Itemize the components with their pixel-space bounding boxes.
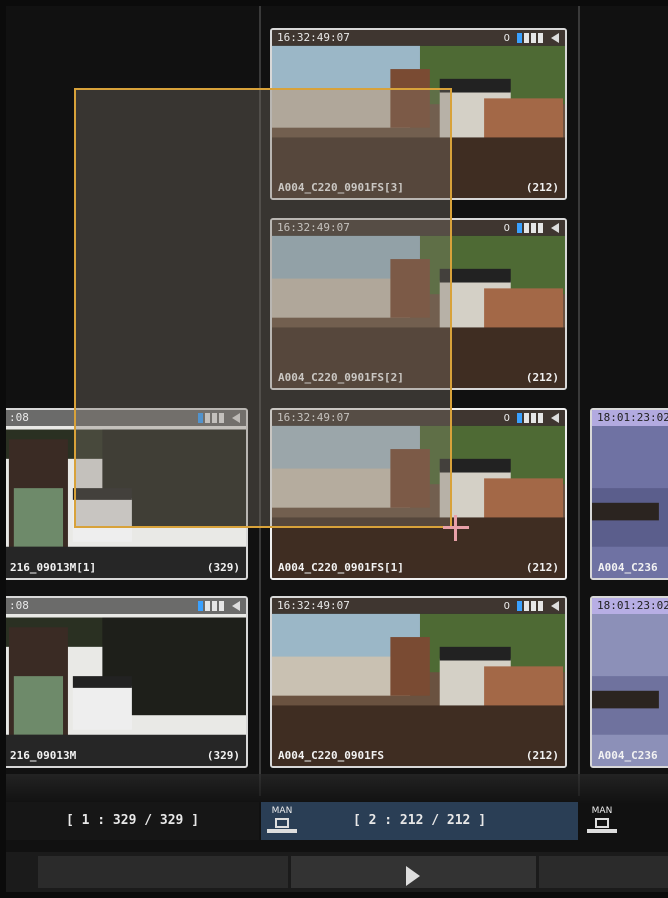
speaker-icon <box>551 223 559 233</box>
clip-thumbnail[interactable]: 18:01:23:02 A004_C236 <box>590 408 668 580</box>
clip-frame-count: (212) <box>525 371 559 384</box>
clip-name: 216_09013M[1] <box>10 561 97 574</box>
status-count: 0 <box>503 600 510 612</box>
status-block-icon <box>524 601 529 611</box>
clip-name: A004_C220_0901FS[1] <box>278 561 404 574</box>
status-block-icon <box>538 601 543 611</box>
clip-frame-count: (212) <box>525 561 559 574</box>
clip-status: 0 <box>504 222 559 234</box>
clip-status: 0 <box>504 32 559 44</box>
clip-frame-image <box>592 410 668 578</box>
clip-name: A004_C236 <box>598 749 658 762</box>
status-count: 0 <box>503 412 510 424</box>
status-block-icon <box>524 413 529 423</box>
clip-frame-image <box>272 598 565 766</box>
clip-frame-count: (329) <box>206 561 240 574</box>
status-block-icon <box>524 33 529 43</box>
status-block-icon <box>212 601 217 611</box>
clip-frame-image <box>6 598 246 766</box>
status-block-icon <box>538 413 543 423</box>
selection-marquee <box>74 88 452 528</box>
status-block-icon <box>205 601 210 611</box>
man-mode-button[interactable]: MAN <box>582 806 622 842</box>
transport-segment[interactable] <box>539 856 668 888</box>
man-label: MAN <box>591 806 613 816</box>
clip-timecode: 18:01:23:02 <box>592 410 668 426</box>
play-icon[interactable] <box>406 866 420 886</box>
clip-thumbnail[interactable]: 18:01:23:02 A004_C236 <box>590 596 668 768</box>
clip-status: 0 <box>504 412 559 424</box>
reel-1-indicator[interactable]: [ 1 : 329 / 329 ] <box>6 802 259 840</box>
status-block-icon <box>531 413 536 423</box>
status-block-icon <box>219 601 224 611</box>
status-block-icon <box>517 33 522 43</box>
status-block-icon <box>531 33 536 43</box>
clip-frame-count: (329) <box>206 749 240 762</box>
transport-bar <box>6 852 668 892</box>
column-divider <box>578 6 580 796</box>
status-block-icon <box>538 33 543 43</box>
status-block-icon <box>538 223 543 233</box>
status-block-icon <box>531 223 536 233</box>
man-mode-icon <box>267 818 297 836</box>
status-block-icon <box>517 223 522 233</box>
reel-2-indicator[interactable]: [ 2 : 212 / 212 ] <box>261 802 578 840</box>
clip-name: 216_09013M <box>10 749 77 762</box>
clip-browser: 16:32:49:07 0 A004_C220_0901FS[3] (212) … <box>6 6 668 892</box>
status-count: 0 <box>503 32 510 44</box>
speaker-icon <box>551 601 559 611</box>
clip-thumbnail[interactable]: 16:32:49:07 0 A004_C220_0901FS (212) <box>270 596 567 768</box>
speaker-icon <box>232 601 240 611</box>
crosshair-cursor-icon <box>454 515 457 541</box>
man-mode-icon <box>587 818 617 836</box>
clip-frame-count: (212) <box>525 181 559 194</box>
clip-frame-image <box>592 598 668 766</box>
clip-status <box>198 600 240 612</box>
status-block-icon <box>531 601 536 611</box>
status-block-icon <box>524 223 529 233</box>
status-block-icon <box>198 601 203 611</box>
clip-timecode: 18:01:23:02 <box>592 598 668 614</box>
speaker-icon <box>551 33 559 43</box>
transport-segment[interactable] <box>38 856 288 888</box>
status-count: 0 <box>503 222 510 234</box>
clip-name: A004_C236 <box>598 561 658 574</box>
clip-frame-count: (212) <box>525 749 559 762</box>
man-label: MAN <box>271 806 293 816</box>
status-block-icon <box>517 413 522 423</box>
man-mode-button[interactable]: MAN <box>262 806 302 842</box>
speaker-icon <box>551 413 559 423</box>
status-block-icon <box>517 601 522 611</box>
clip-name: A004_C220_0901FS <box>278 749 384 762</box>
clip-status: 0 <box>504 600 559 612</box>
clip-thumbnail[interactable]: :08 216_09013M (329) <box>6 596 248 768</box>
thumbnail-reflection <box>6 774 668 804</box>
